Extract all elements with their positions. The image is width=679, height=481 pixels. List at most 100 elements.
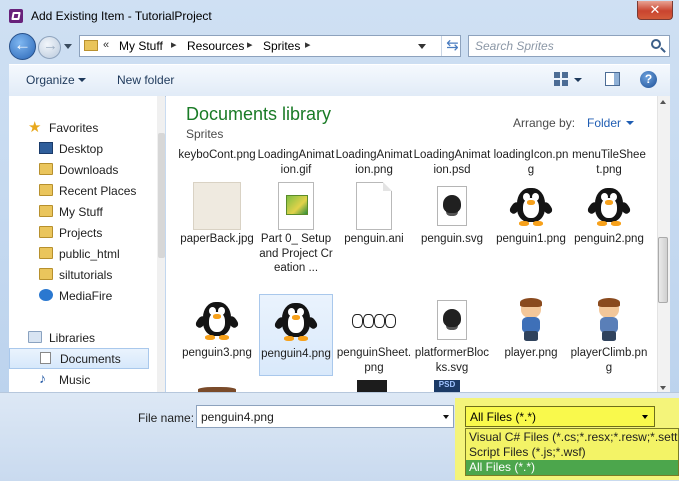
visual-studio-icon: [9, 9, 23, 23]
music-icon: ♪: [39, 370, 46, 386]
file-item[interactable]: LoadingAnimation.gif: [257, 148, 335, 180]
nav-item-mediafire[interactable]: MediaFire: [9, 286, 149, 306]
nav-scrollbar-thumb[interactable]: [158, 133, 165, 258]
file-name: penguin1.png: [496, 233, 566, 245]
command-bar: Organize New folder ?: [9, 64, 670, 97]
file-name: penguin4.png: [261, 348, 331, 360]
libraries-icon: [28, 331, 42, 343]
file-item[interactable]: keyboCont.png: [178, 148, 256, 180]
library-subtitle: Sprites: [186, 127, 224, 141]
library-title: Documents library: [186, 104, 332, 124]
nav-item-recent-places[interactable]: Recent Places: [9, 181, 149, 201]
file-type-option-selected[interactable]: All Files (*.*): [466, 460, 678, 475]
file-name: penguinSheet.png: [336, 347, 412, 374]
nav-item-desktop[interactable]: Desktop: [9, 139, 149, 159]
file-name: keyboCont.png: [178, 149, 256, 161]
search-input[interactable]: Search Sprites: [475, 39, 645, 53]
nav-item-projects[interactable]: Projects: [9, 223, 149, 243]
breadcrumb-sprites[interactable]: Sprites: [263, 39, 300, 53]
change-view-icon[interactable]: [554, 72, 568, 86]
address-overflow-chevron[interactable]: «: [103, 39, 109, 51]
file-item[interactable]: menuTileSheet.png: [570, 148, 648, 180]
breadcrumb-my-stuff[interactable]: My Stuff: [119, 39, 163, 53]
folder-icon: [39, 226, 53, 238]
file-name-input[interactable]: penguin4.png: [201, 410, 274, 424]
forward-button[interactable]: [38, 36, 61, 59]
arrange-by-dropdown[interactable]: Folder: [587, 116, 621, 130]
nav-item-my-stuff[interactable]: My Stuff: [9, 202, 149, 222]
penguin-thumbnail: [193, 296, 241, 344]
file-name: Part 0_ Setup and Project Creation ...: [259, 233, 333, 274]
file-list-pane: Documents library Sprites Arrange by: Fo…: [166, 96, 670, 392]
mediafire-icon: [39, 289, 53, 301]
file-list-scrollbar-thumb[interactable]: [658, 237, 668, 303]
file-name: player.png: [504, 347, 558, 359]
address-bar[interactable]: « My Stuff ▸ Resources ▸ Sprites ▸: [79, 35, 461, 57]
breadcrumb-resources[interactable]: Resources: [187, 39, 244, 53]
breadcrumb-separator-icon[interactable]: ▸: [247, 38, 253, 51]
documents-icon: [40, 352, 51, 364]
document-image-icon: [278, 182, 314, 230]
recent-places-icon: [39, 184, 53, 196]
nav-favorites[interactable]: ★ Favorites: [9, 118, 149, 138]
nav-libraries-label: Libraries: [49, 331, 96, 345]
nav-item-label: Desktop: [59, 142, 104, 156]
help-icon[interactable]: ?: [640, 71, 657, 88]
nav-item-label: public_html: [59, 247, 120, 261]
search-icon[interactable]: [651, 39, 661, 49]
nav-item-downloads[interactable]: Downloads: [9, 160, 149, 180]
file-item[interactable]: paperBack.jpg: [178, 182, 256, 247]
file-item[interactable]: loadingIcon.png: [492, 148, 570, 180]
file-name-combobox[interactable]: penguin4.png: [196, 405, 454, 428]
breadcrumb-separator-icon[interactable]: ▸: [171, 38, 177, 51]
file-name: penguin2.png: [574, 233, 644, 245]
inkscape-svg-icon: [432, 182, 472, 230]
file-item[interactable]: playerClimb.png: [570, 296, 648, 375]
close-button[interactable]: ✕: [637, 1, 673, 20]
image-thumbnail: [193, 182, 241, 230]
file-name: penguin3.png: [182, 347, 252, 359]
nav-item-label: siltutorials: [59, 268, 113, 282]
file-item[interactable]: penguinSheet.png: [335, 296, 413, 375]
refresh-icon[interactable]: ⇆: [441, 36, 463, 56]
organize-button[interactable]: Organize: [26, 73, 75, 87]
nav-item-music[interactable]: ♪ Music: [9, 370, 149, 390]
file-item[interactable]: LoadingAnimation.psd: [413, 148, 491, 180]
new-folder-button[interactable]: New folder: [117, 73, 174, 87]
file-item[interactable]: penguin.svg: [413, 182, 491, 247]
nav-item-siltutorials[interactable]: siltutorials: [9, 265, 149, 285]
preview-pane-icon[interactable]: [605, 72, 620, 86]
navigation-pane: ★ Favorites Desktop Downloads Recent Pla…: [9, 96, 165, 392]
file-type-selected-value: All Files (*.*): [470, 410, 537, 424]
file-type-select[interactable]: All Files (*.*): [465, 406, 655, 427]
file-item[interactable]: penguin.ani: [335, 182, 413, 247]
file-item[interactable]: player.png: [492, 296, 570, 361]
star-icon: ★: [28, 119, 42, 136]
nav-item-label: Projects: [59, 226, 103, 240]
recent-locations-chevron-down-icon[interactable]: [64, 44, 73, 50]
window-title: Add Existing Item - TutorialProject: [31, 9, 212, 23]
partial-thumbnail: [357, 380, 387, 392]
file-item-selected[interactable]: penguin4.png: [259, 294, 333, 376]
file-item[interactable]: penguin1.png: [492, 182, 570, 247]
breadcrumb-separator-icon[interactable]: ▸: [305, 38, 311, 51]
downloads-folder-icon: [39, 163, 53, 175]
folder-icon: [39, 205, 53, 217]
nav-item-label: Documents: [60, 352, 121, 366]
file-item[interactable]: Part 0_ Setup and Project Creation ...: [257, 182, 335, 276]
file-item[interactable]: platformerBlocks.svg: [413, 296, 491, 375]
file-type-option[interactable]: Visual C# Files (*.cs;*.resx;*.resw;*.se…: [466, 430, 678, 445]
file-item[interactable]: penguin3.png: [178, 296, 256, 361]
nav-libraries[interactable]: Libraries: [9, 328, 149, 348]
back-button[interactable]: [9, 33, 36, 60]
nav-item-documents[interactable]: Documents: [9, 348, 149, 369]
folder-icon: [39, 247, 53, 259]
file-type-option[interactable]: Script Files (*.js;*.wsf): [466, 445, 678, 460]
nav-item-label: Recent Places: [59, 184, 137, 198]
nav-item-public-html[interactable]: public_html: [9, 244, 149, 264]
inkscape-svg-icon: [432, 296, 472, 344]
search-box[interactable]: Search Sprites: [468, 35, 670, 57]
file-item[interactable]: LoadingAnimation.png: [335, 148, 413, 180]
title-bar[interactable]: Add Existing Item - TutorialProject ✕: [0, 0, 679, 30]
file-item[interactable]: penguin2.png: [570, 182, 648, 247]
